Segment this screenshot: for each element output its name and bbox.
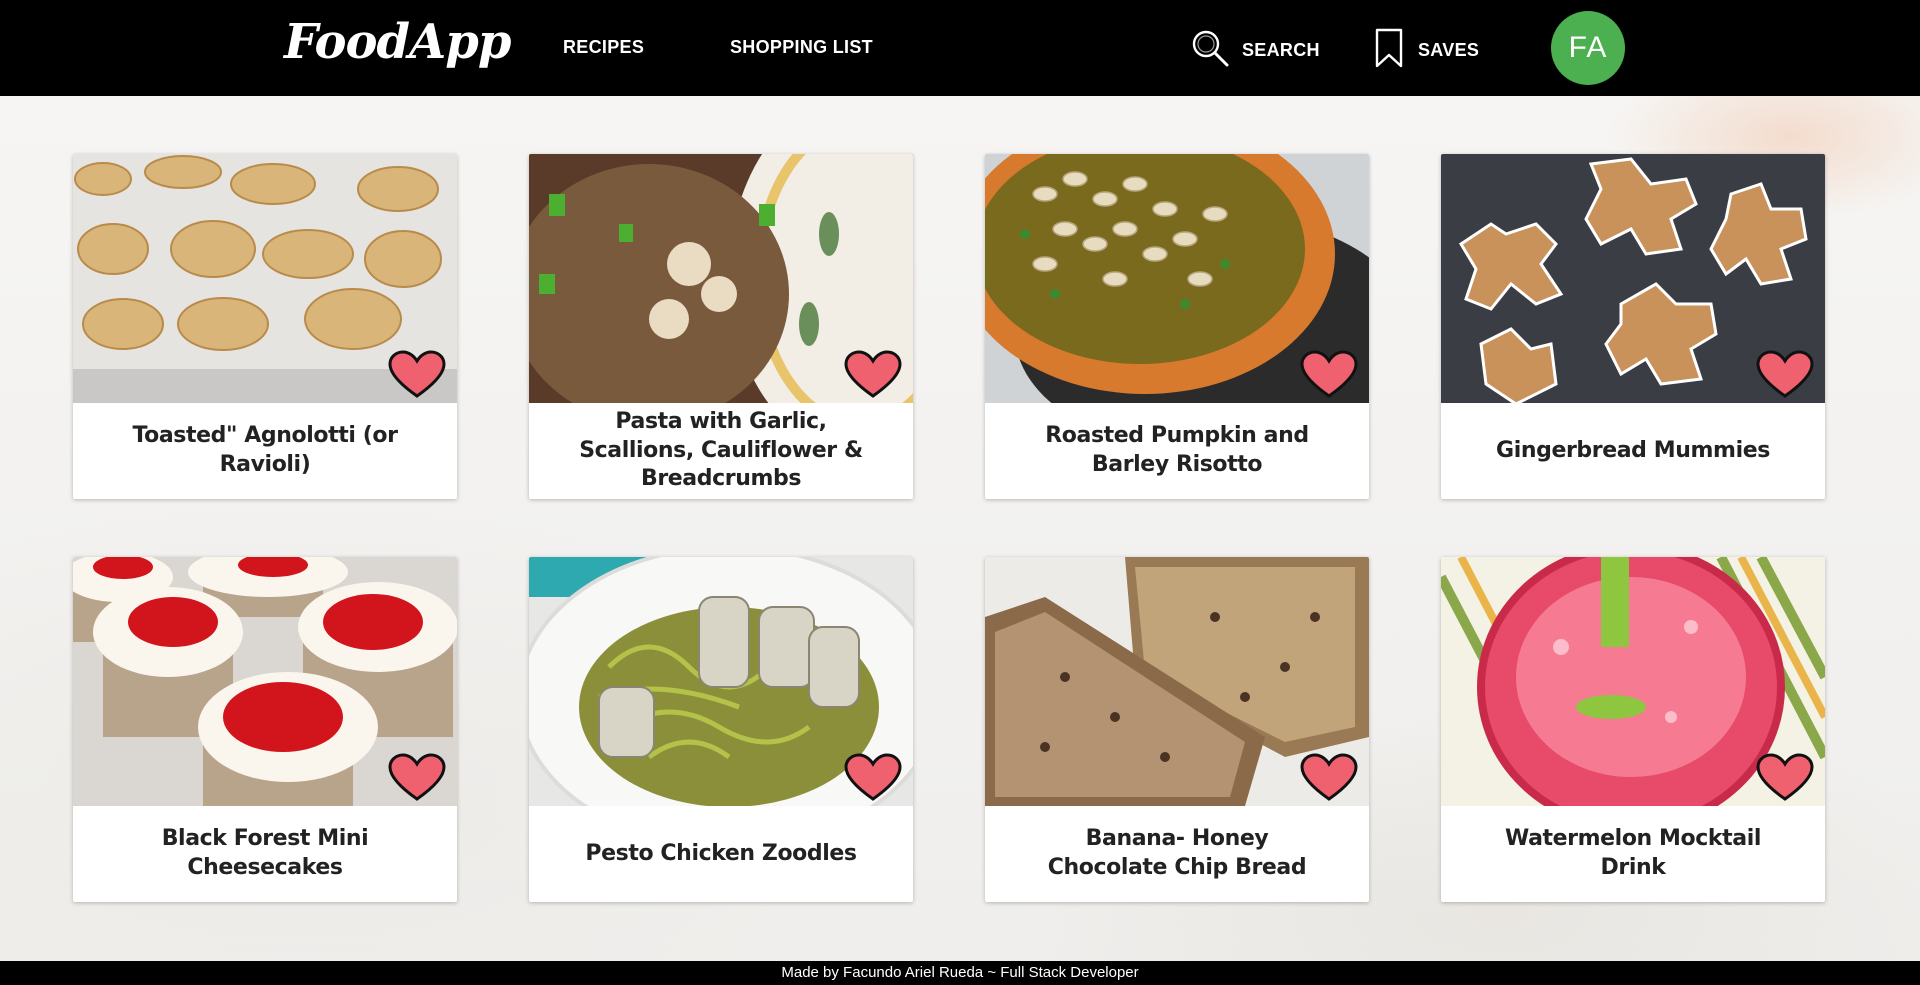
favorite-heart-icon[interactable] <box>387 350 447 400</box>
favorite-heart-icon[interactable] <box>387 753 447 803</box>
recipe-card[interactable]: Watermelon Mocktail Drink <box>1441 557 1825 902</box>
recipe-title: Watermelon Mocktail Drink <box>1505 826 1761 880</box>
top-navbar: FoodApp RECIPES SHOPPING LIST SEARCH SAV… <box>0 0 1920 96</box>
user-avatar[interactable]: FA <box>1551 11 1625 85</box>
recipe-title: Roasted Pumpkin and Barley Risotto <box>1045 423 1309 477</box>
favorite-heart-icon[interactable] <box>1299 350 1359 400</box>
page-footer: Made by Facundo Ariel Rueda ~ Full Stack… <box>0 961 1920 985</box>
recipe-card[interactable]: Roasted Pumpkin and Barley Risotto <box>985 154 1369 499</box>
recipe-title: Toasted" Agnolotti (or Ravioli) <box>132 423 398 477</box>
search-icon <box>1190 28 1230 73</box>
favorite-heart-icon[interactable] <box>1755 753 1815 803</box>
favorite-heart-icon[interactable] <box>843 350 903 400</box>
recipe-title: Pasta with Garlic, Scallions, Cauliflowe… <box>579 409 863 492</box>
nav-search-link[interactable]: SEARCH <box>1190 28 1320 73</box>
recipe-card[interactable]: Gingerbread Mummies <box>1441 154 1825 499</box>
favorite-heart-icon[interactable] <box>1755 350 1815 400</box>
nav-search-label: SEARCH <box>1242 40 1320 60</box>
recipe-card[interactable]: Pasta with Garlic, Scallions, Cauliflowe… <box>529 154 913 499</box>
nav-recipes-link[interactable]: RECIPES <box>563 37 644 58</box>
recipe-title: Black Forest Mini Cheesecakes <box>161 826 369 880</box>
bookmark-icon <box>1374 28 1404 73</box>
favorite-heart-icon[interactable] <box>843 753 903 803</box>
recipe-title: Gingerbread Mummies <box>1496 437 1770 463</box>
recipe-title: Pesto Chicken Zoodles <box>585 840 857 866</box>
nav-shopping-list-link[interactable]: SHOPPING LIST <box>730 37 873 58</box>
app-logo[interactable]: FoodApp <box>284 14 511 70</box>
recipe-card[interactable]: Toasted" Agnolotti (or Ravioli) <box>73 154 457 499</box>
recipe-card[interactable]: Pesto Chicken Zoodles <box>529 557 913 902</box>
recipe-card[interactable]: Black Forest Mini Cheesecakes <box>73 557 457 902</box>
nav-saves-label: SAVES <box>1418 40 1480 60</box>
nav-saves-link[interactable]: SAVES <box>1374 28 1479 73</box>
favorite-heart-icon[interactable] <box>1299 753 1359 803</box>
recipe-card[interactable]: Banana- Honey Chocolate Chip Bread <box>985 557 1369 902</box>
recipe-title: Banana- Honey Chocolate Chip Bread <box>1047 826 1307 880</box>
